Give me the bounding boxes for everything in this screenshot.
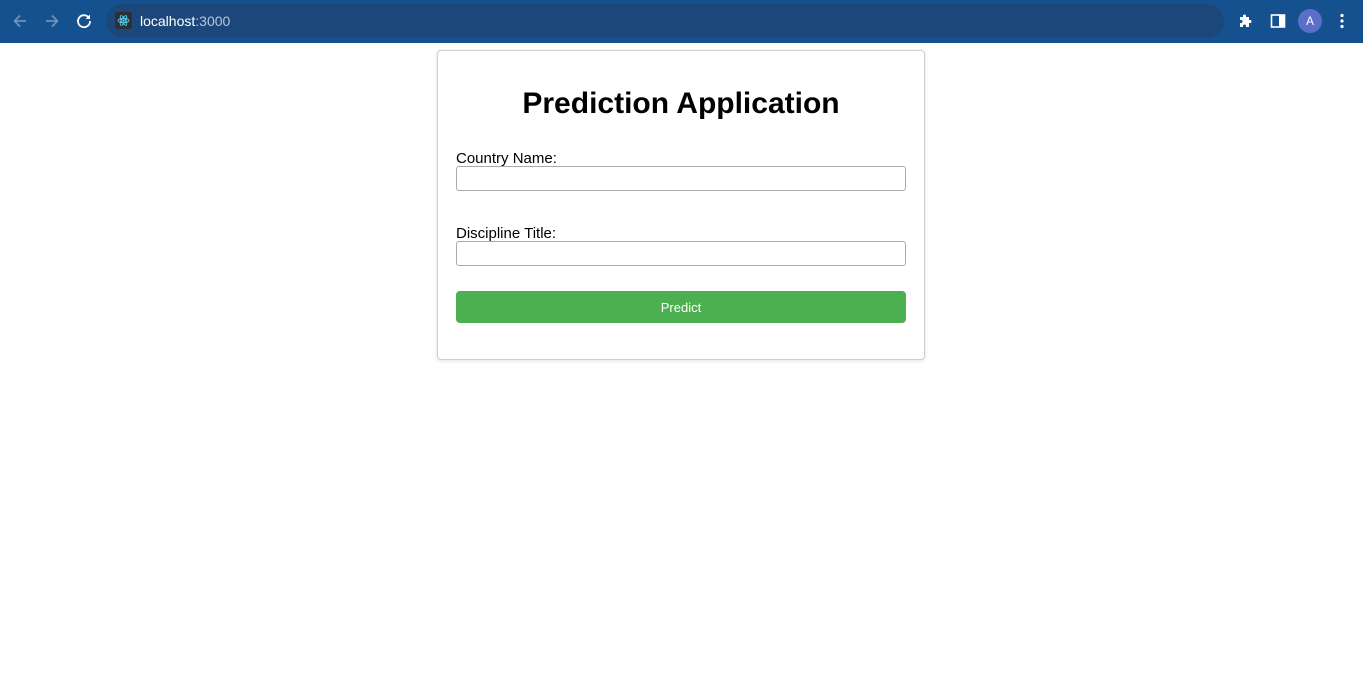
country-name-label: Country Name: <box>456 150 557 167</box>
extensions-button[interactable] <box>1235 10 1257 32</box>
page-title: Prediction Application <box>522 87 840 120</box>
react-logo-icon <box>115 12 132 29</box>
side-panel-icon <box>1270 14 1286 28</box>
discipline-title-input[interactable] <box>456 241 906 266</box>
browser-toolbar: localhost:3000 A <box>0 0 1363 43</box>
reload-button[interactable] <box>72 8 96 34</box>
predict-button[interactable]: Predict <box>456 291 906 323</box>
prediction-form-card: Prediction Application Country Name: Dis… <box>437 50 925 360</box>
kebab-menu-icon <box>1340 13 1344 29</box>
country-name-input[interactable] <box>456 166 906 191</box>
browser-menu-button[interactable] <box>1331 10 1353 32</box>
side-panel-button[interactable] <box>1267 10 1289 32</box>
arrow-left-icon <box>13 14 26 28</box>
url-text: localhost:3000 <box>140 13 230 29</box>
arrow-right-icon <box>46 14 59 28</box>
reload-icon <box>77 14 91 29</box>
back-button[interactable] <box>8 8 32 34</box>
url-host: localhost <box>140 13 196 29</box>
puzzle-icon <box>1240 14 1252 27</box>
address-bar[interactable]: localhost:3000 <box>106 4 1224 38</box>
forward-button[interactable] <box>40 8 64 34</box>
discipline-title-label: Discipline Title: <box>456 225 557 242</box>
profile-avatar[interactable]: A <box>1298 9 1322 33</box>
url-port: :3000 <box>195 13 231 29</box>
